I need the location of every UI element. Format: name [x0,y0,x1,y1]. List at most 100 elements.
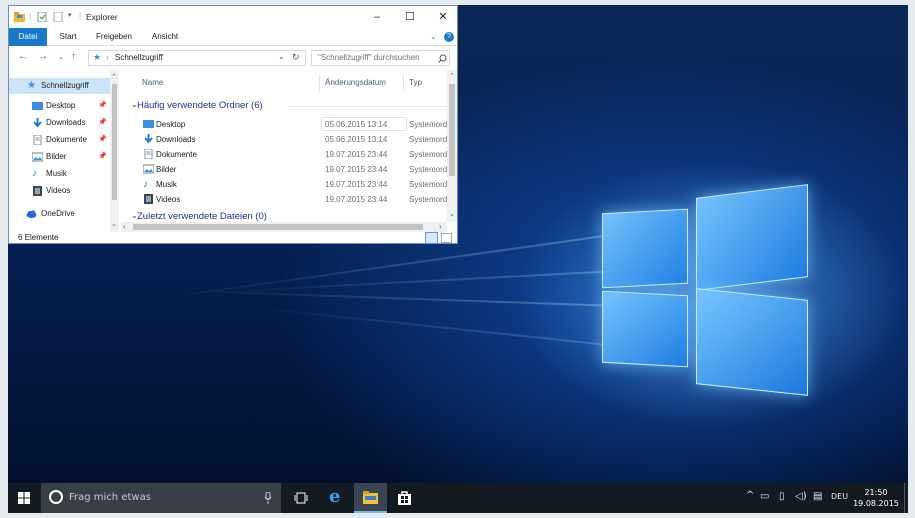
nav-item-desktop[interactable]: Desktop 📌 [9,98,117,114]
row-date: 05.06.2015 13:14 [325,120,388,129]
address-bar[interactable]: ★ › Schnellzugriff ⌄ ↻ [88,50,306,66]
show-desktop-button[interactable] [904,483,908,513]
tab-ansicht[interactable]: Ansicht [143,28,187,46]
nav-item-dokumente[interactable]: Dokumente 📌 [9,132,117,148]
scroll-left-icon[interactable]: ‹ [123,222,126,231]
group-divider [289,106,449,107]
scroll-down-icon[interactable]: ⌄ [449,210,455,218]
task-view-icon [294,492,308,504]
nav-item-schnellzugriff[interactable]: ★ Schnellzugriff [9,78,117,94]
column-divider[interactable] [403,74,404,92]
tab-datei[interactable]: Datei [9,28,47,46]
ribbon-expand-icon[interactable]: ⌄ [430,32,437,41]
edge-button[interactable]: e [320,483,353,513]
close-button[interactable]: ✕ [426,6,460,28]
maximize-button[interactable]: ☐ [393,6,427,28]
address-dropdown-icon[interactable]: ⌄ [278,52,285,61]
task-view-button[interactable] [284,483,317,513]
pin-icon[interactable]: 📌 [98,115,107,131]
table-row[interactable]: Desktop 05.06.2015 13:14 Systemordn [121,117,452,132]
scroll-up-icon[interactable]: ⌃ [449,72,455,80]
column-header-type[interactable]: Typ [409,78,422,87]
qat-dropdown-icon[interactable]: ▾ [68,11,72,19]
group-header-recent[interactable]: Zuletzt verwendete Dateien (0) [137,211,267,222]
new-folder-icon[interactable] [53,12,64,22]
forward-arrow-icon[interactable]: → [38,51,48,62]
pin-icon[interactable]: 📌 [98,132,107,148]
action-center-icon[interactable]: ▤ [813,491,822,502]
document-icon [144,149,153,159]
nav-item-onedrive[interactable]: OneDrive [9,206,117,222]
clock[interactable]: 21:50 19.08.2015 [848,487,904,509]
row-name: Bilder [156,165,177,174]
microphone-icon[interactable] [264,492,272,504]
cortana-search-box[interactable]: Frag mich etwas [41,483,281,513]
item-count: 6 Elemente [18,233,59,242]
up-arrow-icon[interactable]: ↑ [71,51,76,62]
nav-scrollbar[interactable]: ⌃ ⌄ [110,70,119,232]
document-icon [33,135,42,145]
column-header-date[interactable]: Änderungsdatum [325,78,386,87]
details-view-icon[interactable] [425,232,438,244]
row-type: Systemordn [409,150,452,159]
large-icons-view-icon[interactable] [441,233,452,243]
nav-item-downloads[interactable]: Downloads 📌 [9,115,117,131]
cortana-icon [49,490,63,504]
row-name: Desktop [156,120,186,129]
help-icon[interactable]: ? [444,32,454,42]
start-button[interactable] [8,483,40,513]
nav-item-musik[interactable]: ♪ Musik [9,166,117,182]
network-icon[interactable]: ▭ [760,491,769,502]
pin-icon[interactable]: 📌 [98,149,107,165]
scroll-up-icon[interactable]: ⌃ [111,73,117,81]
breadcrumb-chevron-icon[interactable]: › [106,53,109,62]
windows-logo-pane [602,290,688,368]
nav-item-label: Schnellzugriff [41,81,89,90]
show-hidden-icons-chevron-icon[interactable]: ^ [746,490,754,501]
pin-icon[interactable]: 📌 [98,98,107,114]
scroll-thumb[interactable] [133,224,423,230]
title-bar[interactable]: | ▾ | Explorer – ☐ ✕ [9,6,457,28]
table-row[interactable]: Bilder 19.07.2015 23:44 Systemordn [121,162,452,177]
row-name: Musik [156,180,177,189]
nav-item-videos[interactable]: Videos [9,183,117,199]
minimize-button[interactable]: – [360,6,394,28]
table-row[interactable]: ♪ Musik 19.07.2015 23:44 Systemordn [121,177,452,192]
status-bar: 6 Elemente [9,232,457,244]
recent-locations-icon[interactable]: ⌄ [58,53,64,61]
refresh-icon[interactable]: ↻ [292,52,300,63]
scroll-thumb[interactable] [449,84,455,176]
clock-time: 21:50 [864,488,888,497]
file-list: Name Änderungsdatum Typ ⌄ Häufig verwend… [121,70,457,232]
explorer-window[interactable]: | ▾ | Explorer – ☐ ✕ Datei Start Freigeb… [8,5,458,244]
windows-logo-pane [696,288,808,396]
properties-icon[interactable] [37,12,48,22]
row-type: Systemordn [409,195,452,204]
back-arrow-icon[interactable]: ← [18,51,28,62]
scroll-down-icon[interactable]: ⌄ [111,220,117,228]
battery-icon[interactable]: ▯ [779,491,785,502]
scroll-thumb[interactable] [112,84,117,200]
file-explorer-button[interactable] [354,483,387,513]
desktop-folder-icon [143,120,154,128]
store-button[interactable] [388,483,421,513]
search-icon[interactable] [438,54,447,63]
group-header-frequent[interactable]: Häufig verwendete Ordner (6) [137,100,263,111]
column-divider[interactable] [319,74,320,92]
row-name: Videos [156,195,181,204]
screen: | ▾ | Explorer – ☐ ✕ Datei Start Freigeb… [0,0,915,518]
breadcrumb[interactable]: Schnellzugriff [115,53,163,62]
table-row[interactable]: Videos 19.07.2015 23:44 Systemordn [121,192,452,207]
table-row[interactable]: Dokumente 19.07.2015 23:44 Systemordn [121,147,452,162]
content-horizontal-scrollbar[interactable]: ‹ › [121,222,447,232]
nav-item-bilder[interactable]: Bilder 📌 [9,149,117,165]
tab-freigeben[interactable]: Freigeben [89,28,139,46]
column-header-name[interactable]: Name [142,78,163,87]
search-input[interactable]: "Schnellzugriff" durchsuchen [311,50,450,66]
volume-icon[interactable]: ◁) [795,491,807,502]
content-vertical-scrollbar[interactable]: ⌃ ⌄ [447,70,457,222]
table-row[interactable]: Downloads 05.06.2015 13:14 Systemordn [121,132,452,147]
scroll-right-icon[interactable]: › [439,222,442,231]
tab-start[interactable]: Start [51,28,85,46]
language-indicator[interactable]: DEU [831,492,848,501]
